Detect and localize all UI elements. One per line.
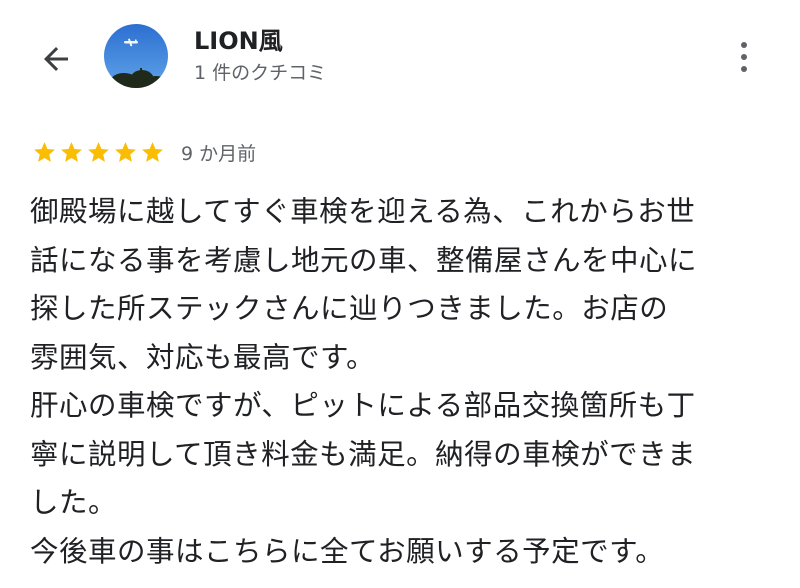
rating-row: 9 か月前 <box>32 135 256 169</box>
back-button[interactable] <box>30 35 82 83</box>
reviewer-name[interactable]: LION風 <box>194 26 283 56</box>
star-icon <box>61 141 82 162</box>
review-text-line: 寧に説明して頂き料金も満足。納得の車検ができま <box>30 437 697 471</box>
avatar[interactable] <box>104 24 168 88</box>
star-icon <box>88 141 109 162</box>
star-icon <box>142 141 163 162</box>
review-text-line: 探した所ステックさんに辿りつきました。お店の <box>30 292 669 325</box>
star-rating <box>32 140 167 165</box>
review-text: 御殿場に越してすぐ車検を迎える為、これからお世 話になる事を考慮し地元の車、整備屋… <box>30 188 780 576</box>
more-options-button[interactable] <box>726 34 762 80</box>
star-icon <box>34 141 55 162</box>
star-icon <box>115 141 136 162</box>
reviewer-review-count: 1 件のクチコミ <box>194 62 327 84</box>
avatar-photo <box>104 24 168 88</box>
review-text-line: 雰囲気、対応も最高です。 <box>30 340 376 374</box>
review-text-line: 肝心の車検ですが、ピットによる部品交換箇所も丁 <box>30 389 696 422</box>
review-text-line: 今後車の事はこちらに全てお願いする予定です。 <box>30 534 665 568</box>
review-date: 9 か月前 <box>181 142 257 165</box>
review-header: LION風 1 件のクチコミ <box>0 0 800 112</box>
review-text-line: 御殿場に越してすぐ車検を迎える為、これからお世 <box>30 195 696 228</box>
arrow-left-icon <box>44 47 68 71</box>
review-text-line: した。 <box>30 486 118 519</box>
review-text-line: 話になる事を考慮し地元の車、整備屋さんを中心に <box>30 243 698 277</box>
more-vertical-icon <box>741 42 747 48</box>
